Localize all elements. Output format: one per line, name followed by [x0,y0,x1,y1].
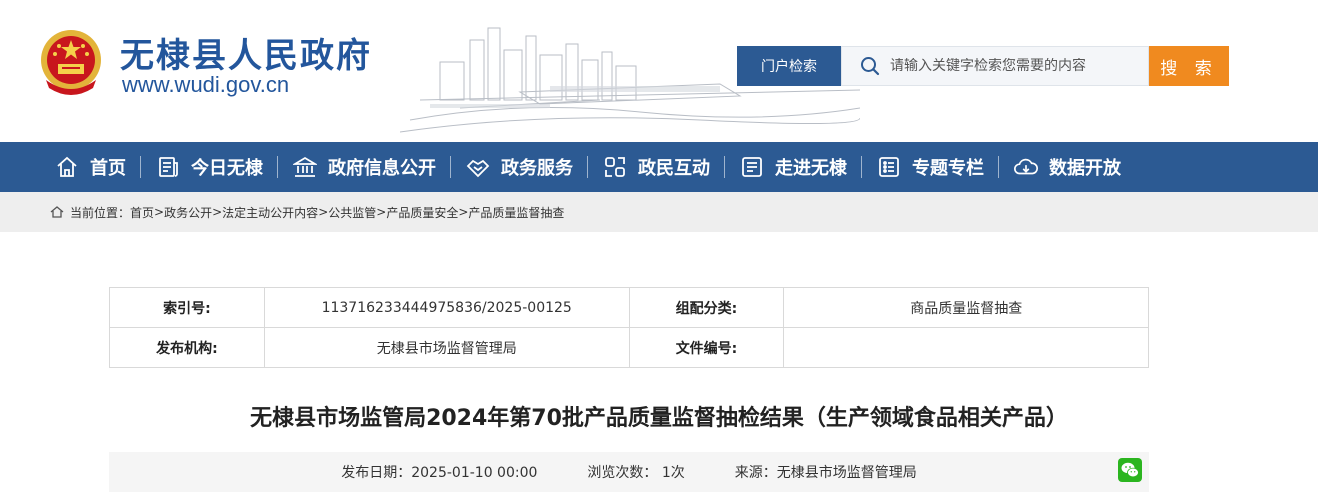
cloud-download-icon [1013,154,1039,180]
nav-item-home[interactable]: 首页 [40,142,140,192]
nav-item-interaction[interactable]: 政民互动 [588,142,724,192]
news-icon [155,154,181,180]
document-number-value [783,327,1149,368]
wechat-share-icon[interactable] [1118,458,1142,482]
category-value: 商品质量监督抽查 [783,287,1149,328]
table-row: 发布机构: 无棣县市场监督管理局 文件编号: [109,327,1149,368]
site-url[interactable]: www.wudi.gov.cn [122,72,289,98]
portal-search-label[interactable]: 门户检索 [737,46,841,86]
table-row: 索引号: 113716233444975836/2025-00125 组配分类:… [109,287,1149,328]
article-info-bar: 发布日期：2025-01-10 00:00 浏览次数： 1次 来源：无棣县市场监… [109,452,1149,492]
document-meta-table: 索引号: 113716233444975836/2025-00125 组配分类:… [109,287,1149,368]
index-number-value: 113716233444975836/2025-00125 [263,287,630,328]
breadcrumb-item[interactable]: 产品质量安全 [386,204,458,221]
nav-item-open-data[interactable]: 数据开放 [999,142,1135,192]
breadcrumb-item[interactable]: 公共监管 [328,204,376,221]
location-home-icon [50,206,64,218]
publisher-label: 发布机构: [109,327,265,368]
breadcrumb-item[interactable]: 首页 [130,204,154,221]
nav-label: 专题专栏 [912,158,984,179]
nav-label: 数据开放 [1049,158,1121,179]
government-building-icon [292,154,318,180]
nav-item-explore[interactable]: 走进无棣 [725,142,861,192]
search-button[interactable]: 搜 索 [1149,46,1229,86]
article-source: 来源：无棣县市场监督管理局 [734,465,917,481]
interaction-icon [602,154,628,180]
index-number-label: 索引号: [109,287,265,328]
search-icon [861,57,880,76]
search-input[interactable] [890,58,1140,74]
home-icon [54,154,80,180]
category-label: 组配分类: [628,287,785,328]
nav-item-today[interactable]: 今日无棣 [141,142,277,192]
breadcrumb-item[interactable]: 法定主动公开内容 [222,204,318,221]
search-field-container [841,46,1149,86]
nav-label: 政民互动 [638,158,710,179]
view-count: 浏览次数： 1次 [587,465,685,481]
publisher-value: 无棣县市场监督管理局 [263,327,630,368]
main-nav: 首页 今日无棣 政府信息公开 政务服务 政民互动 走进无棣 专题专栏 数据开放 [0,142,1318,192]
nav-label: 走进无棣 [775,158,847,179]
nav-label: 今日无棣 [191,158,263,179]
breadcrumb: 当前位置： 首页 > 政务公开 > 法定主动公开内容 > 公共监管 > 产品质量安全 > … [0,192,1318,232]
nav-label: 政府信息公开 [328,158,436,179]
breadcrumb-item[interactable]: 产品质量监督抽查 [468,204,564,221]
nav-item-topics[interactable]: 专题专栏 [862,142,998,192]
nav-item-gov-info[interactable]: 政府信息公开 [278,142,450,192]
site-header: 无棣县人民政府 www.wudi.gov.cn 门户检索 搜 索 [0,0,1318,142]
breadcrumb-item[interactable]: 政务公开 [164,204,212,221]
nav-label: 政务服务 [501,158,573,179]
handshake-icon [465,154,491,180]
article-title: 无棣县市场监管局2024年第70批产品质量监督抽检结果（生产领域食品相关产品） [250,406,1068,431]
breadcrumb-prefix: 当前位置： [70,205,131,220]
national-emblem-icon [41,30,101,95]
nav-item-services[interactable]: 政务服务 [451,142,587,192]
document-number-label: 文件编号: [628,327,785,368]
search-bar: 门户检索 搜 索 [737,46,1229,86]
publish-date: 发布日期：2025-01-10 00:00 [341,465,538,481]
nav-label: 首页 [90,158,126,179]
list-icon [876,154,902,180]
site-title: 无棣县人民政府 [120,36,372,76]
document-icon [739,154,765,180]
